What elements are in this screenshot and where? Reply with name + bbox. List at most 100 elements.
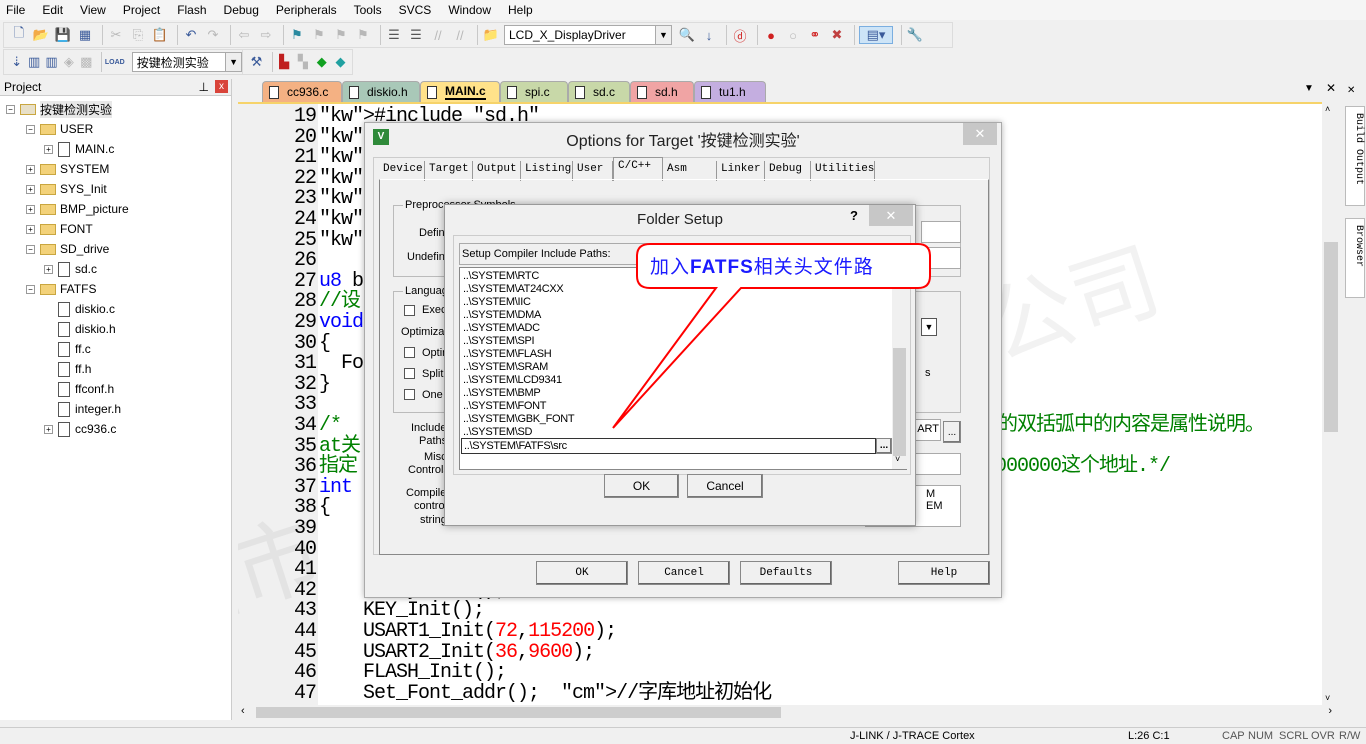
vertical-scrollbar[interactable]: ˄ ˅ — [1322, 102, 1340, 705]
help-button[interactable]: Help — [898, 561, 990, 585]
tab-list-dropdown-icon[interactable]: ▼ — [1304, 83, 1314, 94]
tab-main-c[interactable]: MAIN.c — [420, 81, 500, 102]
collapse-icon[interactable]: − — [26, 244, 35, 254]
copy-icon[interactable]: ⎘ — [129, 26, 147, 44]
tree-item[interactable]: − 按键检测实验 — [6, 100, 113, 118]
chevron-down-icon[interactable]: ▼ — [921, 318, 937, 336]
code-line[interactable]: /* — [319, 415, 342, 436]
options-tab-utilities[interactable]: Utilities — [811, 161, 875, 181]
expand-icon[interactable]: + — [44, 144, 53, 154]
include-path-item[interactable]: ..\SYSTEM\AT24CXX — [463, 283, 564, 296]
close-icon[interactable]: ✕ — [1347, 85, 1355, 96]
clear-bookmarks-icon[interactable]: ⚑ — [354, 26, 372, 44]
target-options-icon[interactable]: ⚒ — [249, 53, 264, 71]
menu-svcs[interactable]: SVCS — [399, 3, 432, 17]
include-path-item[interactable]: ..\SYSTEM\SPI — [463, 335, 535, 348]
tree-item[interactable]: + BMP_picture — [26, 200, 129, 218]
menu-edit[interactable]: Edit — [42, 3, 63, 17]
tree-item[interactable]: + MAIN.c — [44, 140, 114, 158]
folder-ok-button[interactable]: OK — [604, 474, 679, 498]
tree-item[interactable]: +ff.c — [46, 340, 91, 358]
code-line[interactable]: Set_Font_addr(); "cm">//字库地址初始化 — [319, 683, 772, 704]
expand-icon[interactable]: + — [44, 264, 53, 274]
scroll-down-icon[interactable]: ˅ — [1325, 693, 1330, 703]
menu-window[interactable]: Window — [448, 3, 491, 17]
split-checkbox[interactable] — [404, 368, 415, 379]
expand-icon[interactable]: + — [26, 164, 35, 174]
menu-file[interactable]: File — [6, 3, 25, 17]
close-icon[interactable]: ✕ — [869, 205, 913, 226]
target-combo[interactable]: LCD_X_DisplayDriver ▼ — [504, 25, 672, 45]
close-icon[interactable]: ✕ — [963, 123, 997, 145]
code-line[interactable]: KEY_Init(); — [319, 600, 485, 621]
scroll-right-icon[interactable]: › — [1328, 705, 1332, 717]
undo-icon[interactable]: ↶ — [182, 26, 200, 44]
folder-cancel-button[interactable]: Cancel — [687, 474, 763, 498]
close-tab-icon[interactable]: ✕ — [1326, 81, 1336, 95]
code-line[interactable]: } — [319, 374, 331, 395]
tree-item[interactable]: +ff.h — [46, 360, 91, 378]
window-layout-icon[interactable]: ▤▾ — [859, 26, 893, 44]
code-line[interactable]: USART2_Init(36,9600); — [319, 642, 595, 663]
build-output-tab[interactable]: Build Output — [1345, 106, 1365, 206]
list-scroll-thumb[interactable] — [893, 348, 906, 456]
menu-peripherals[interactable]: Peripherals — [276, 3, 337, 17]
stop-build-icon[interactable]: ▩ — [80, 53, 93, 71]
rebuild-icon[interactable]: ▥ — [45, 53, 58, 71]
debug-session-icon[interactable]: ⓓ — [731, 26, 749, 44]
indent-icon[interactable]: ☰ — [385, 26, 403, 44]
tree-item[interactable]: + SYSTEM — [26, 160, 109, 178]
tree-item[interactable]: +ffconf.h — [46, 380, 114, 398]
uncomment-icon[interactable]: // — [451, 26, 469, 44]
menu-view[interactable]: View — [80, 3, 106, 17]
code-line[interactable]: Fo — [319, 353, 364, 374]
define-input[interactable] — [921, 221, 961, 243]
expand-icon[interactable]: + — [26, 224, 35, 234]
tree-item[interactable]: − FATFS — [26, 280, 96, 298]
cut-icon[interactable]: ✂ — [107, 26, 125, 44]
unindent-icon[interactable]: ☰ — [407, 26, 425, 44]
code-line[interactable]: { — [319, 497, 331, 518]
expand-icon[interactable]: + — [44, 424, 53, 434]
project-target-combo[interactable]: 按键检测实验 ▼ — [131, 52, 243, 72]
nav-back-icon[interactable]: ⇦ — [235, 26, 253, 44]
collapse-icon[interactable]: − — [6, 104, 15, 114]
breakpoint-icon[interactable]: ● — [762, 26, 780, 44]
tab-tu1-h[interactable]: tu1.h — [694, 81, 766, 102]
include-path-item[interactable]: ..\SYSTEM\GBK_FONT — [463, 413, 575, 426]
tree-item[interactable]: + sd.c — [44, 260, 97, 278]
disable-all-breakpoints-icon[interactable]: ⚭ — [806, 26, 824, 44]
manage-components-icon[interactable]: ▙ — [277, 53, 292, 71]
code-line[interactable]: //设 — [319, 291, 361, 312]
tree-item[interactable]: − SD_drive — [26, 240, 109, 258]
path-browse-button[interactable]: ... — [876, 438, 892, 454]
include-paths-list[interactable]: ..\SYSTEM\RTC ..\SYSTEM\AT24CXX ..\SYSTEM\… — [459, 267, 907, 470]
scroll-up-icon[interactable]: ˄ — [1325, 104, 1330, 114]
include-path-item[interactable]: ..\SYSTEM\IIC — [463, 296, 531, 309]
exec-checkbox[interactable] — [404, 305, 415, 316]
options-tab-cc[interactable]: C/C++ — [613, 157, 663, 181]
menu-help[interactable]: Help — [508, 3, 533, 17]
include-path-item[interactable]: ..\SYSTEM\FLASH — [463, 348, 552, 361]
undefine-input[interactable] — [921, 247, 961, 269]
build-icon[interactable]: ▥ — [27, 53, 40, 71]
code-line[interactable]: { — [319, 333, 331, 354]
include-path-item[interactable]: ..\SYSTEM\RTC — [463, 270, 539, 283]
defaults-button[interactable]: Defaults — [740, 561, 832, 585]
options-tab-asm[interactable]: Asm — [663, 161, 717, 181]
code-line[interactable]: u8 b — [319, 271, 364, 292]
options-tab-linker[interactable]: Linker — [717, 161, 765, 181]
menu-debug[interactable]: Debug — [224, 3, 259, 17]
menu-project[interactable]: Project — [123, 3, 160, 17]
scroll-left-icon[interactable]: ‹ — [241, 705, 245, 717]
tab-spi-c[interactable]: spi.c — [500, 81, 568, 102]
tree-item[interactable]: +integer.h — [46, 400, 121, 418]
list-scrollbar[interactable]: ˅ — [892, 268, 907, 469]
configure-wrench-icon[interactable]: 🔧 — [906, 26, 924, 44]
menu-tools[interactable]: Tools — [354, 3, 382, 17]
collapse-icon[interactable]: − — [26, 124, 35, 134]
code-line[interactable]: 指定 — [319, 456, 358, 477]
ok-button[interactable]: OK — [536, 561, 628, 585]
close-icon[interactable]: x — [215, 80, 228, 93]
kill-breakpoints-icon[interactable]: ✖ — [828, 26, 846, 44]
